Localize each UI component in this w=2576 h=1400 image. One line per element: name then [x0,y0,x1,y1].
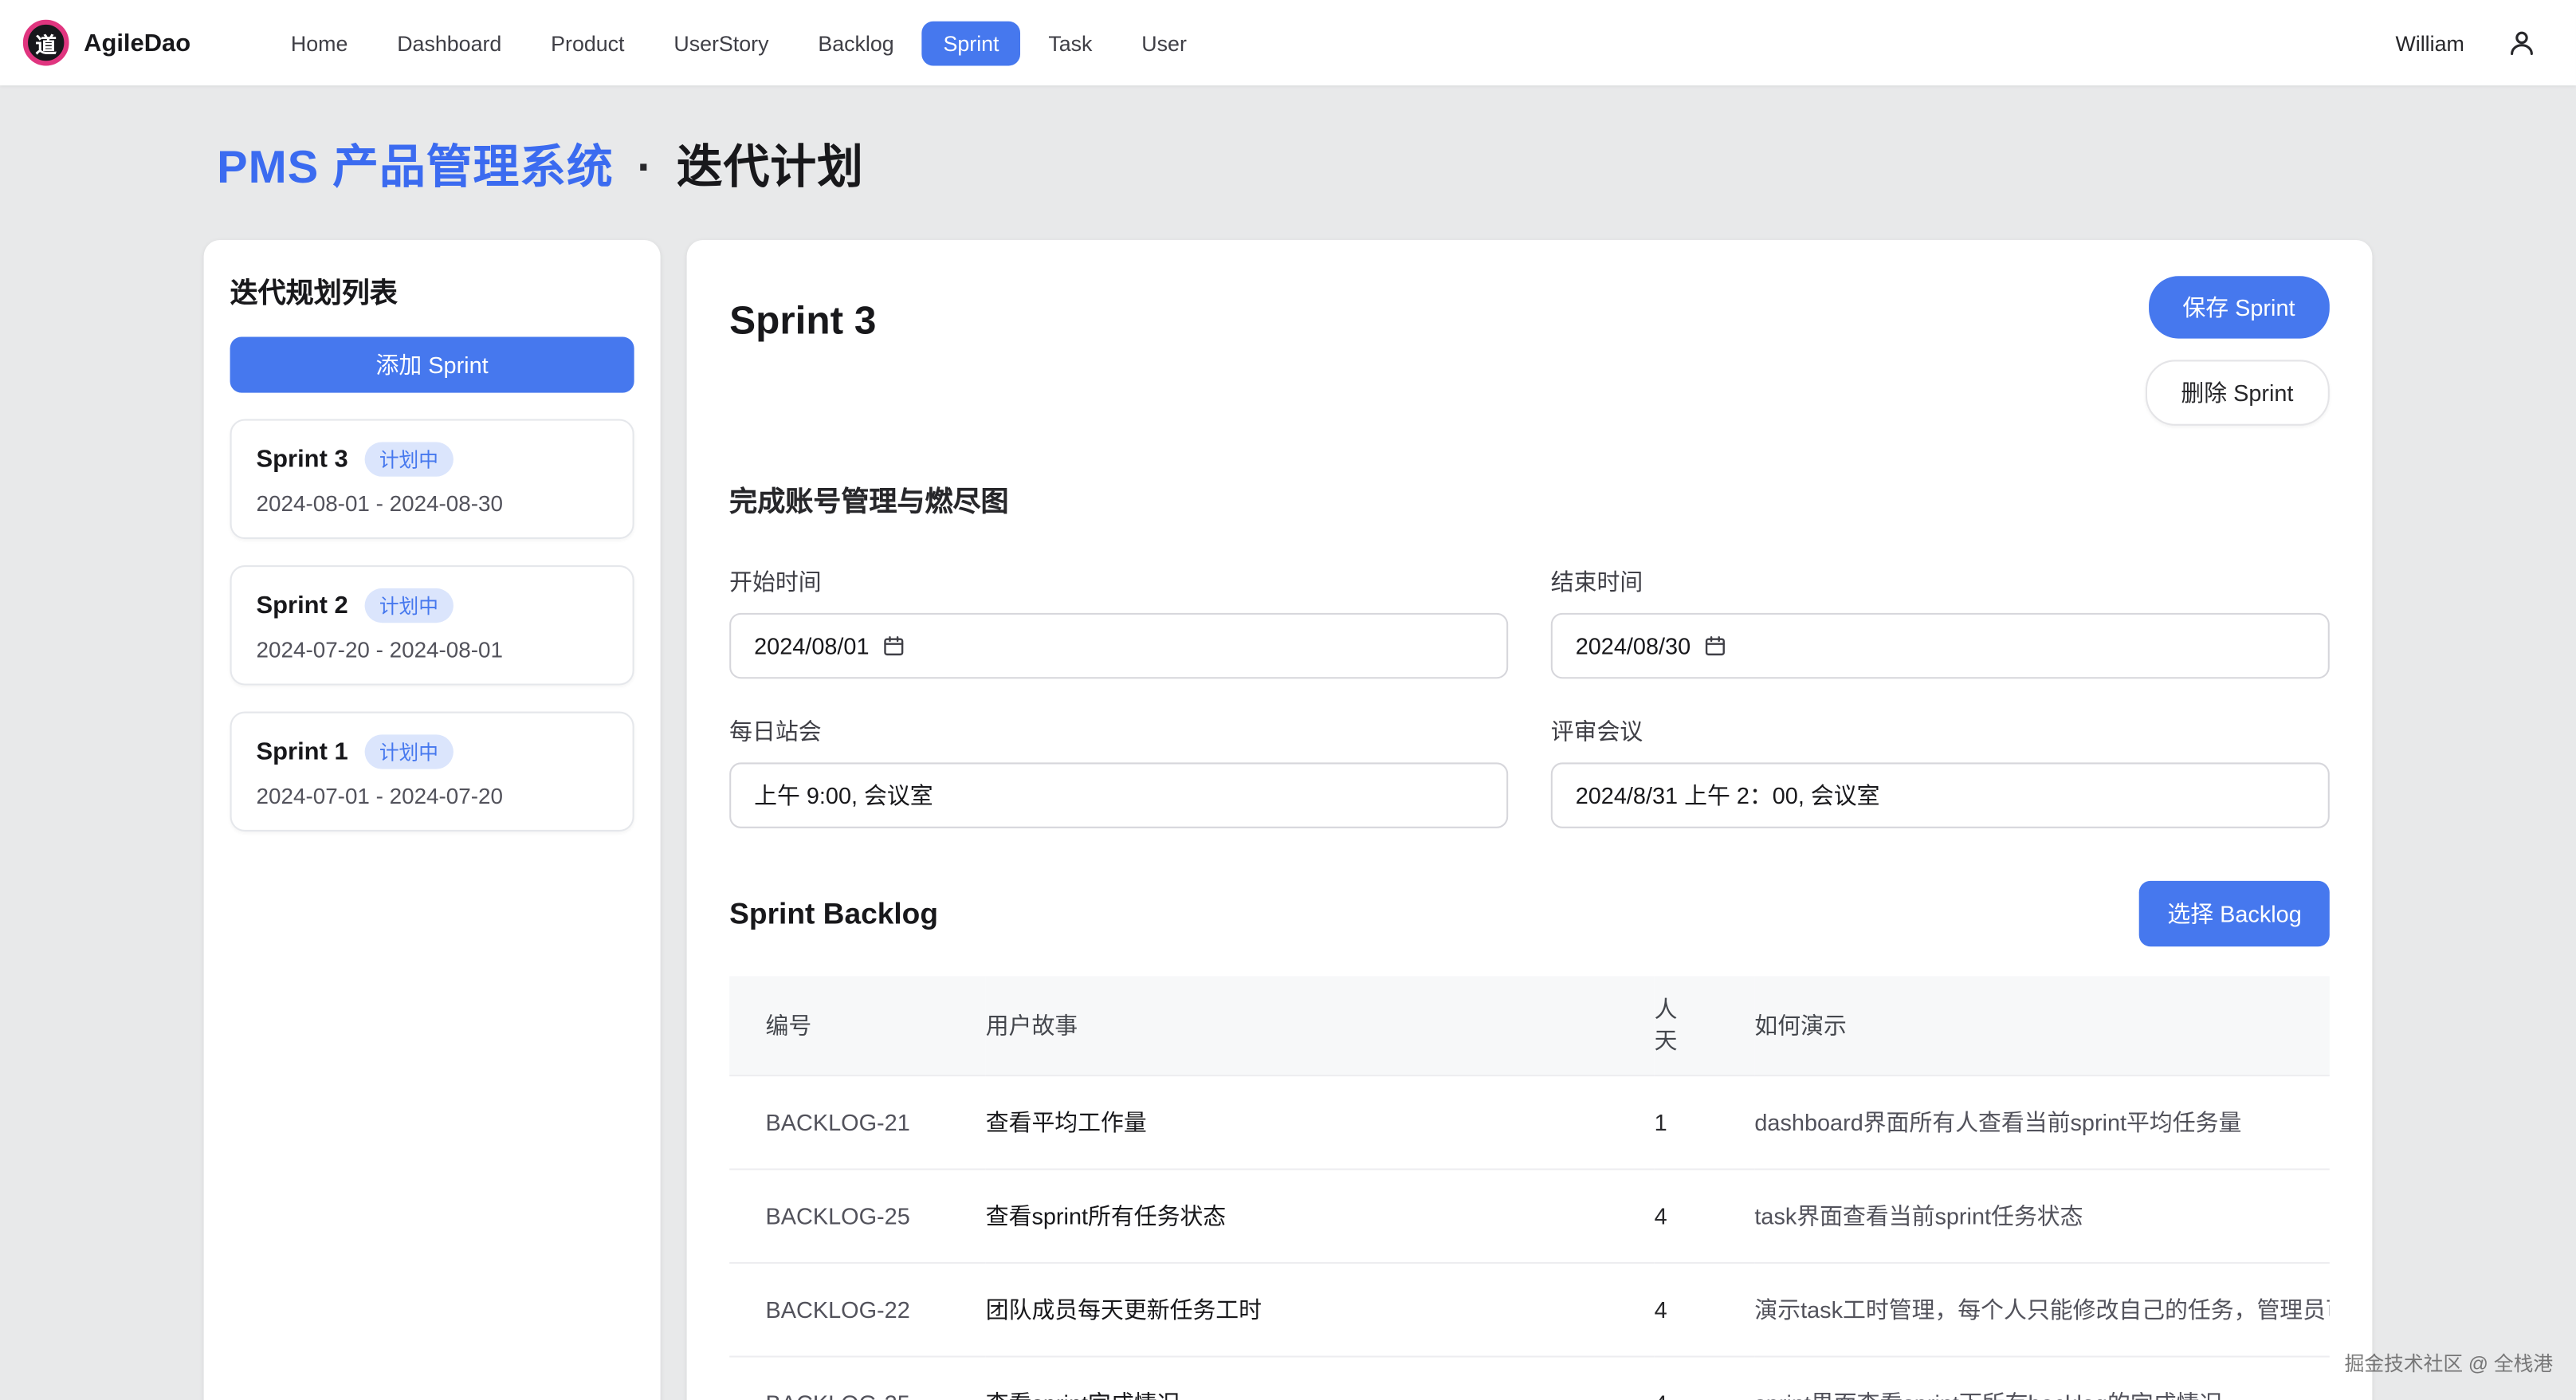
sprint-status-badge: 计划中 [364,734,453,769]
nav-item-task[interactable]: Task [1027,21,1114,65]
column-header-demo: 如何演示 [1754,976,2329,1075]
backlog-days-cell: 1 [1655,1076,1755,1169]
standup-field-group: 每日站会 上午 9:00, 会议室 [729,715,1508,828]
sprint-list-title: 迭代规划列表 [230,269,634,311]
start-time-label: 开始时间 [729,565,1508,598]
page-title-system: PMS 产品管理系统 [217,141,614,192]
nav-item-userstory[interactable]: UserStory [653,21,791,65]
nav-item-sprint[interactable]: Sprint [922,21,1021,65]
main-content: 迭代规划列表 添加 Sprint Sprint 3 计划中 2024-08-01… [204,240,2373,1400]
sprint-detail-panel: Sprint 3 保存 Sprint 删除 Sprint 完成账号管理与燃尽图 … [687,240,2373,1400]
sprint-goal-text: 完成账号管理与燃尽图 [729,478,2330,520]
end-time-label: 结束时间 [1551,565,2330,598]
backlog-id-cell: BACKLOG-25 [729,1356,986,1400]
start-time-input[interactable]: 2024/08/01 [729,613,1508,678]
review-value: 2024/8/31 上午 2：00, 会议室 [1576,779,1880,812]
page-title: PMS 产品管理系统 · 迭代计划 [217,132,2576,197]
sprint-list-panel: 迭代规划列表 添加 Sprint Sprint 3 计划中 2024-08-01… [204,240,661,1400]
backlog-days-cell: 4 [1655,1356,1755,1400]
page-title-separator: · [637,141,653,192]
nav-item-backlog[interactable]: Backlog [797,21,916,65]
backlog-days-cell: 4 [1655,1169,1755,1262]
backlog-story-cell: 查看sprint所有任务状态 [986,1169,1655,1262]
sprint-item-name: Sprint 2 [257,592,348,619]
column-header-id: 编号 [729,976,986,1075]
sprint-status-badge: 计划中 [364,442,453,476]
sprint-detail-actions: 保存 Sprint 删除 Sprint [2145,276,2330,426]
sprint-list-item-1[interactable]: Sprint 1 计划中 2024-07-01 - 2024-07-20 [230,712,634,832]
brand-name: AgileDao [84,29,190,57]
backlog-demo-cell: 演示task工时管理，每个人只能修改自己的任务，管理员可以修改所有任务 [1754,1263,2329,1356]
column-header-days: 人天 [1655,976,1755,1075]
backlog-demo-cell: task界面查看当前sprint任务状态 [1754,1169,2329,1262]
top-nav: 道 AgileDao Home Dashboard Product UserSt… [0,0,2576,85]
nav-items: Home Dashboard Product UserStory Backlog… [269,21,1208,65]
review-input[interactable]: 2024/8/31 上午 2：00, 会议室 [1551,762,2330,828]
standup-value: 上午 9:00, 会议室 [754,779,933,812]
backlog-story-cell: 查看平均工作量 [986,1076,1655,1169]
backlog-table: 编号 用户故事 人天 如何演示 BACKLOG-21 查看平均工作量 1 das… [729,976,2330,1400]
backlog-id-cell: BACKLOG-21 [729,1076,986,1169]
sprint-item-name: Sprint 3 [257,446,348,474]
sprint-item-dates: 2024-07-20 - 2024-08-01 [257,638,608,663]
table-row[interactable]: BACKLOG-21 查看平均工作量 1 dashboard界面所有人查看当前s… [729,1076,2330,1169]
nav-item-product[interactable]: Product [529,21,646,65]
nav-item-user[interactable]: User [1120,21,1208,65]
column-header-story: 用户故事 [986,976,1655,1075]
logo-icon: 道 [23,20,69,66]
backlog-demo-cell: dashboard界面所有人查看当前sprint平均任务量 [1754,1076,2329,1169]
brand-logo[interactable]: 道 AgileDao [23,20,190,66]
sprint-backlog-title: Sprint Backlog [729,896,938,930]
table-row[interactable]: BACKLOG-25 查看sprint所有任务状态 4 task界面查看当前sp… [729,1169,2330,1262]
end-time-input[interactable]: 2024/08/30 [1551,613,2330,678]
backlog-demo-cell: sprint界面查看sprint下所有backlog的完成情况 [1754,1356,2329,1400]
nav-item-dashboard[interactable]: Dashboard [375,21,523,65]
delete-sprint-button[interactable]: 删除 Sprint [2145,360,2330,425]
start-time-value: 2024/08/01 [754,633,869,659]
backlog-story-cell: 查看sprint完成情况 [986,1356,1655,1400]
nav-item-home[interactable]: Home [269,21,369,65]
current-username: William [2395,30,2464,55]
sprint-list-item-3[interactable]: Sprint 3 计划中 2024-08-01 - 2024-08-30 [230,419,634,539]
backlog-story-cell: 团队成员每天更新任务工时 [986,1263,1655,1356]
backlog-id-cell: BACKLOG-22 [729,1263,986,1356]
select-backlog-button[interactable]: 选择 Backlog [2139,881,2329,946]
standup-label: 每日站会 [729,715,1508,748]
sprint-item-dates: 2024-07-01 - 2024-07-20 [257,784,608,808]
backlog-id-cell: BACKLOG-25 [729,1169,986,1262]
review-field-group: 评审会议 2024/8/31 上午 2：00, 会议室 [1551,715,2330,828]
app-viewport: 道 AgileDao Home Dashboard Product UserSt… [0,0,2576,1400]
end-time-value: 2024/08/30 [1576,633,1690,659]
backlog-days-cell: 4 [1655,1263,1755,1356]
calendar-icon[interactable] [882,635,905,658]
calendar-icon[interactable] [1704,635,1727,658]
standup-input[interactable]: 上午 9:00, 会议室 [729,762,1508,828]
end-time-field-group: 结束时间 2024/08/30 [1551,565,2330,678]
page-title-section: 迭代计划 [677,141,864,192]
table-row[interactable]: BACKLOG-25 查看sprint完成情况 4 sprint界面查看spri… [729,1356,2330,1400]
sprint-form: 开始时间 2024/08/01 结束时间 2024/08/30 [729,565,2330,828]
save-sprint-button[interactable]: 保存 Sprint [2148,276,2330,338]
review-label: 评审会议 [1551,715,2330,748]
sprint-item-dates: 2024-08-01 - 2024-08-30 [257,491,608,516]
add-sprint-button[interactable]: 添加 Sprint [230,337,634,393]
table-row[interactable]: BACKLOG-22 团队成员每天更新任务工时 4 演示task工时管理，每个人… [729,1263,2330,1356]
start-time-field-group: 开始时间 2024/08/01 [729,565,1508,678]
nav-right: William [2395,28,2553,57]
sprint-detail-title: Sprint 3 [729,299,876,345]
user-profile-icon[interactable] [2507,28,2536,57]
sprint-list-item-2[interactable]: Sprint 2 计划中 2024-07-20 - 2024-08-01 [230,565,634,685]
sprint-item-name: Sprint 1 [257,737,348,765]
watermark-text: 掘金技术社区 @ 全栈港 [2345,1349,2553,1377]
sprint-status-badge: 计划中 [364,588,453,623]
backlog-table-header-row: 编号 用户故事 人天 如何演示 [729,976,2330,1075]
